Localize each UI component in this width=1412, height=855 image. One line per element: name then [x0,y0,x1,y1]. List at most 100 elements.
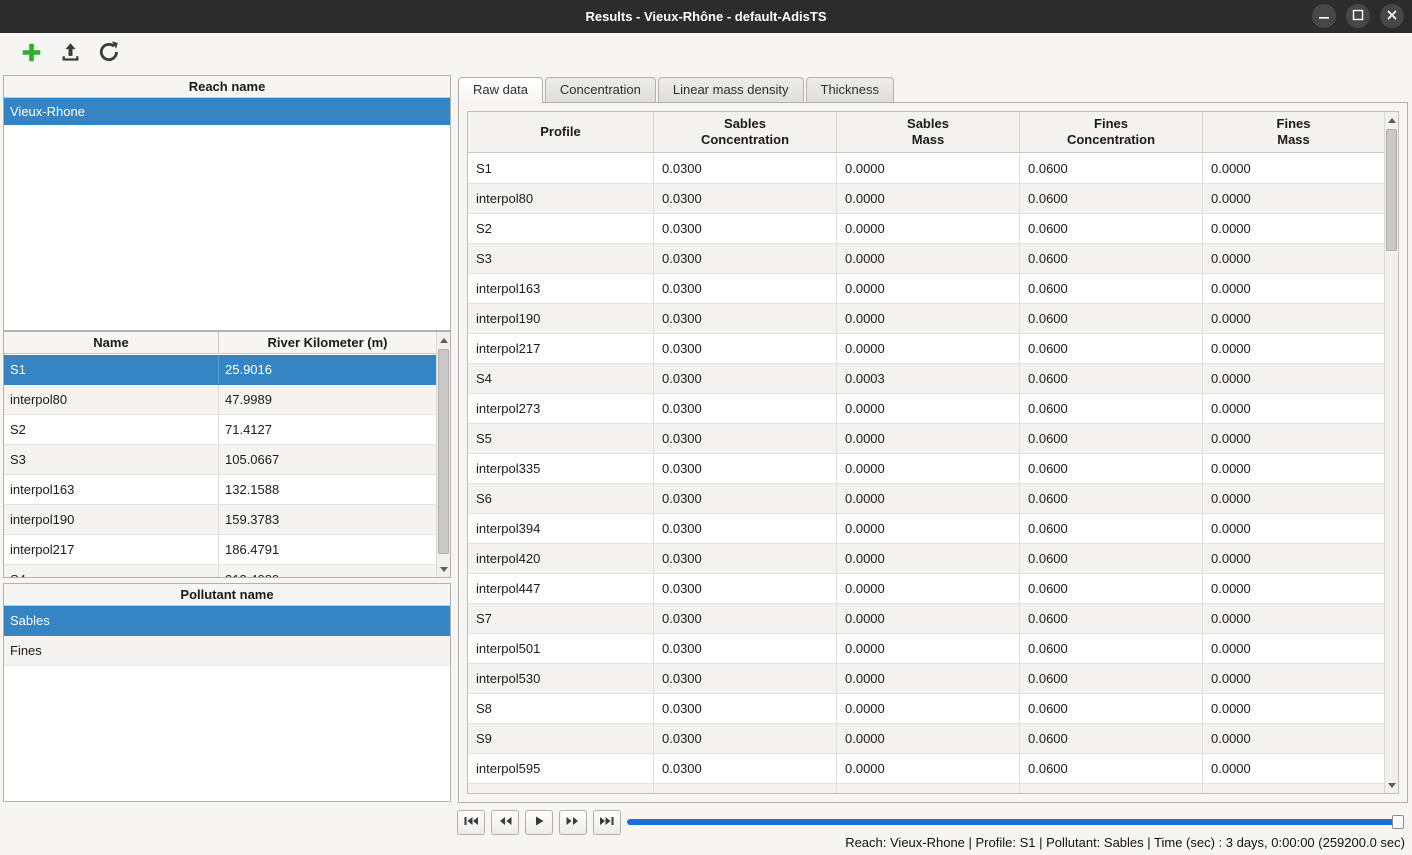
table-cell[interactable]: 0.0000 [1203,634,1384,663]
table-cell[interactable]: 0.0300 [654,424,837,453]
table-cell[interactable]: 0.0003 [837,364,1020,393]
table-cell[interactable]: 0.0000 [1203,424,1384,453]
scroll-up-icon[interactable] [437,333,450,347]
profile-km-cell[interactable]: 159.3783 [219,505,436,534]
table-cell[interactable]: 0.0000 [1203,514,1384,543]
export-button[interactable] [57,41,83,67]
table-cell[interactable]: 0.0300 [654,334,837,363]
tab-concentration[interactable]: Concentration [545,77,656,102]
raw-data-scrollbar[interactable] [1384,112,1398,793]
profile-km-cell[interactable]: 132.1588 [219,475,436,504]
table-cell[interactable]: 0.0600 [1020,724,1203,753]
column-header-sables-mass[interactable]: Sables Mass [837,112,1020,152]
table-cell[interactable]: interpol273 [468,394,654,423]
table-cell[interactable]: 0.0600 [1020,664,1203,693]
column-header-fines-mass[interactable]: Fines Mass [1203,112,1384,152]
table-cell[interactable]: 0.0000 [837,604,1020,633]
table-cell[interactable]: 0.0000 [1203,604,1384,633]
tab-linear-mass-density[interactable]: Linear mass density [658,77,804,102]
profile-name-cell[interactable]: interpol217 [4,535,219,564]
profile-km-cell[interactable]: 71.4127 [219,415,436,444]
table-cell[interactable]: 0.0000 [837,514,1020,543]
table-cell[interactable]: 0.0600 [1020,154,1203,183]
table-cell[interactable]: 0.0000 [837,454,1020,483]
pollutant-list-item[interactable]: Fines [4,636,450,666]
table-cell[interactable]: 0.0000 [837,754,1020,783]
scroll-up-icon[interactable] [1385,113,1398,127]
table-cell[interactable]: S7 [468,604,654,633]
table-row[interactable]: interpol800.03000.00000.06000.0000 [468,184,1384,214]
table-cell[interactable]: 0.0000 [1203,574,1384,603]
table-cell[interactable]: 0.0600 [1020,454,1203,483]
table-cell[interactable]: 0.0000 [837,484,1020,513]
profile-km-cell[interactable]: 25.9016 [219,355,436,384]
table-row[interactable]: S40.03000.00030.06000.0000 [468,364,1384,394]
table-row[interactable]: interpol4200.03000.00000.06000.0000 [468,544,1384,574]
profile-km-cell[interactable]: 213.4089 [219,565,436,577]
time-slider-handle[interactable] [1392,815,1404,829]
table-cell[interactable]: 0.0000 [837,544,1020,573]
table-cell[interactable]: S1 [468,154,654,183]
table-cell[interactable]: 0.0000 [837,274,1020,303]
profile-km-cell[interactable]: 47.9989 [219,385,436,414]
table-row[interactable]: S70.03000.00000.06000.0000 [468,604,1384,634]
table-cell[interactable]: 0.0300 [654,754,837,783]
table-cell[interactable]: 0.0000 [837,664,1020,693]
profile-row[interactable]: interpol8047.9989 [4,385,436,415]
column-header-sables-concentration[interactable]: Sables Concentration [654,112,837,152]
table-cell[interactable]: 0.0000 [837,184,1020,213]
table-row[interactable]: interpol2170.03000.00000.06000.0000 [468,334,1384,364]
table-cell[interactable]: 0.0300 [654,304,837,333]
table-cell[interactable]: 0.0000 [1203,484,1384,513]
table-cell[interactable]: S10 [468,784,654,793]
table-row[interactable]: interpol5010.03000.00000.06000.0000 [468,634,1384,664]
table-cell[interactable]: S6 [468,484,654,513]
table-cell[interactable]: interpol335 [468,454,654,483]
table-cell[interactable]: 0.0000 [1203,454,1384,483]
table-cell[interactable]: 0.0000 [1203,274,1384,303]
table-row[interactable]: S60.03000.00000.06000.0000 [468,484,1384,514]
table-cell[interactable]: 0.0600 [1020,514,1203,543]
profile-name-cell[interactable]: interpol80 [4,385,219,414]
profile-name-cell[interactable]: S1 [4,355,219,384]
scrollbar-thumb[interactable] [1386,129,1397,251]
table-cell[interactable]: 0.0000 [837,304,1020,333]
table-cell[interactable]: 0.0300 [654,214,837,243]
table-cell[interactable]: 0.0600 [1020,334,1203,363]
table-cell[interactable]: 0.0000 [1203,394,1384,423]
table-cell[interactable]: interpol530 [468,664,654,693]
profile-row[interactable]: interpol190159.3783 [4,505,436,535]
table-row[interactable]: S20.03000.00000.06000.0000 [468,214,1384,244]
table-cell[interactable]: 0.0300 [654,154,837,183]
table-cell[interactable]: 0.0300 [654,724,837,753]
time-slider-track[interactable] [627,819,1404,825]
table-cell[interactable]: S3 [468,244,654,273]
table-cell[interactable]: 0.0000 [1203,694,1384,723]
table-cell[interactable]: 0.0000 [1203,364,1384,393]
table-row[interactable]: interpol5300.03000.00000.06000.0000 [468,664,1384,694]
profile-name-cell[interactable]: S4 [4,565,219,577]
table-row[interactable]: S30.03000.00000.06000.0000 [468,244,1384,274]
profile-km-cell[interactable]: 105.0667 [219,445,436,474]
table-cell[interactable]: 0.0000 [837,214,1020,243]
profile-table-scrollbar[interactable] [436,332,450,577]
table-cell[interactable]: interpol394 [468,514,654,543]
table-cell[interactable]: 0.0600 [1020,424,1203,453]
profile-name-cell[interactable]: S2 [4,415,219,444]
table-cell[interactable]: 0.0600 [1020,694,1203,723]
table-cell[interactable]: 0.0300 [654,364,837,393]
table-cell[interactable]: 0.0000 [1203,214,1384,243]
table-cell[interactable]: 0.0300 [654,634,837,663]
table-cell[interactable]: 0.0300 [654,484,837,513]
profile-row[interactable]: interpol217186.4791 [4,535,436,565]
profile-row[interactable]: S271.4127 [4,415,436,445]
table-cell[interactable]: 0.0000 [1203,754,1384,783]
profile-row[interactable]: S125.9016 [4,355,436,385]
table-cell[interactable]: 0.0000 [1203,544,1384,573]
table-row[interactable]: interpol3940.03000.00000.06000.0000 [468,514,1384,544]
table-cell[interactable]: 0.0000 [1203,304,1384,333]
table-row[interactable]: S10.03000.00000.06000.0000 [468,154,1384,184]
table-cell[interactable]: 0.0000 [1203,724,1384,753]
table-cell[interactable]: 0.0000 [1203,664,1384,693]
close-button[interactable] [1380,4,1404,28]
